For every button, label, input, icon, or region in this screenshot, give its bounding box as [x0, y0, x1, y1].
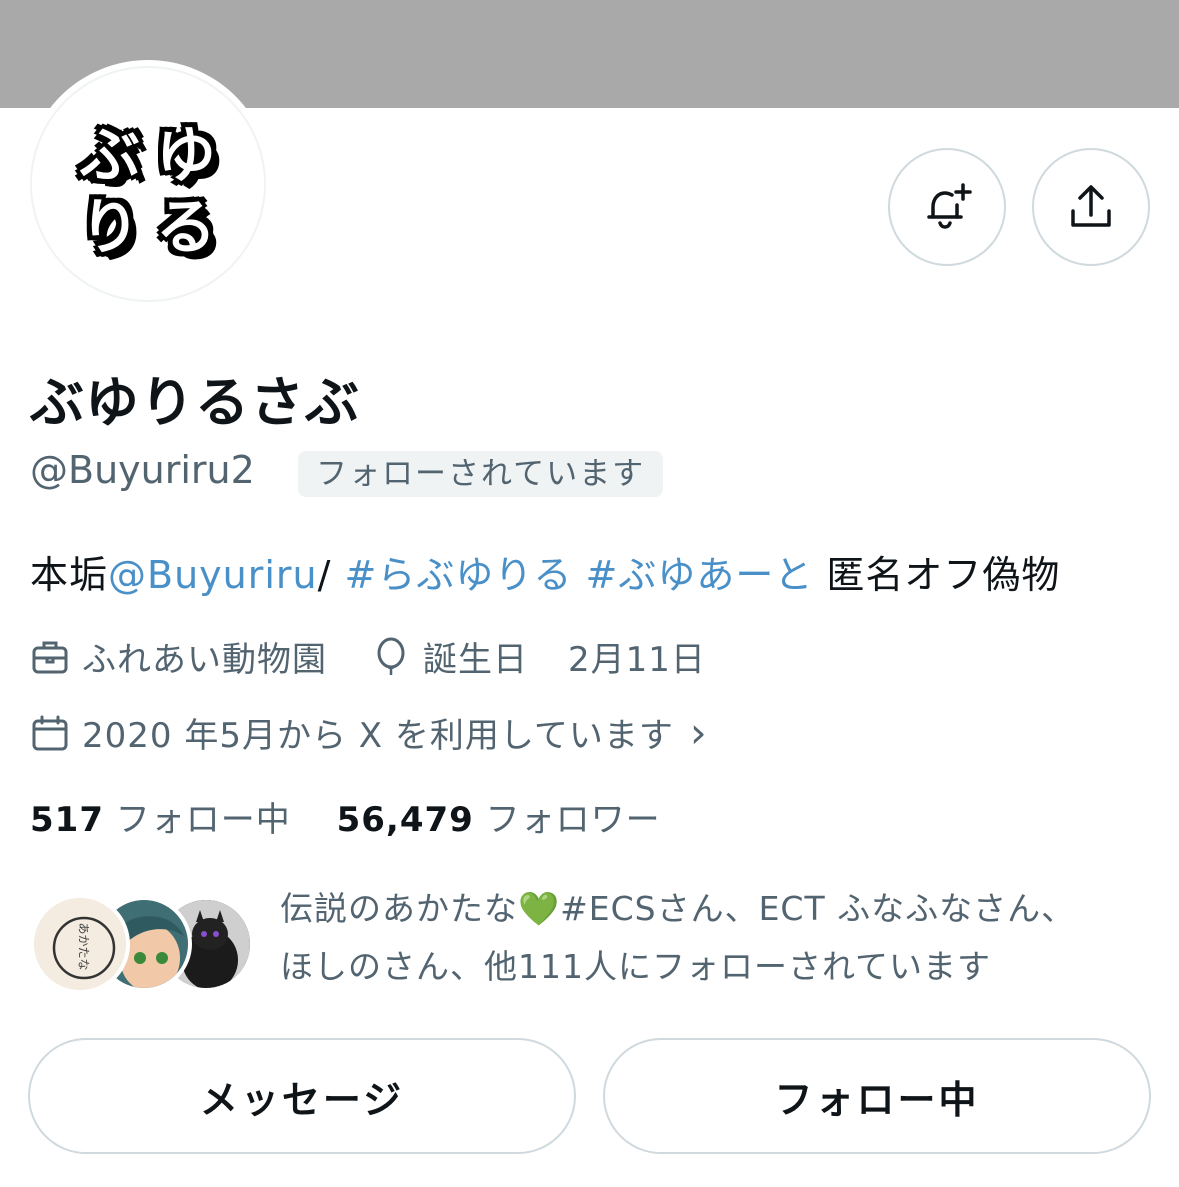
- avatar-glyph-bu: ぶ: [80, 121, 140, 191]
- following-button[interactable]: フォロー中: [603, 1038, 1151, 1154]
- profile-bio: 本垢@Buyuriru/ #らぶゆりる #ぶゆあーと 匿名オフ偽物: [30, 544, 1060, 599]
- mutual-followers-text[interactable]: 伝説のあかたな💚#ECSさん、ECT ふなふなさん、 ほしのさん、他111人にフ…: [280, 880, 1160, 996]
- birthday-label: 誕生日: [423, 640, 528, 680]
- avatar-image: ぶ ゆ り る: [30, 66, 266, 302]
- mutual-text-line-1: 伝説のあかたな💚#ECSさん、ECT ふなふなさん、: [280, 889, 1076, 928]
- birthday-value: 2月11日: [568, 640, 706, 680]
- share-button[interactable]: [1032, 148, 1150, 266]
- following-label: フォロー中: [115, 800, 291, 840]
- following-count: 517: [30, 800, 104, 840]
- followers-label: フォロワー: [485, 800, 661, 840]
- joined-label: 2020 年5月から X を利用しています: [82, 716, 674, 756]
- share-icon: [1071, 185, 1111, 227]
- bio-slash: /: [317, 553, 332, 597]
- notify-button[interactable]: [888, 148, 1006, 266]
- avatar-glyph-yu: ゆ: [156, 121, 216, 191]
- joined-date-row[interactable]: 2020 年5月から X を利用しています ›: [30, 708, 708, 757]
- followers-count: 56,479: [336, 800, 474, 840]
- bio-hashtag-2[interactable]: #ぶゆあーと: [585, 553, 813, 597]
- akatana-avatar-text: あかたな: [76, 922, 91, 971]
- follows-you-badge: フォローされています: [298, 451, 664, 497]
- bio-mention-link[interactable]: @Buyuriru: [108, 553, 318, 597]
- profile-avatar[interactable]: ぶ ゆ り る: [24, 60, 272, 308]
- calendar-icon: [32, 715, 68, 750]
- bio-hashtag-1[interactable]: #らぶゆりる: [345, 553, 573, 597]
- mutual-avatar-1: あかたな: [30, 894, 130, 994]
- avatar-glyph-ru: る: [156, 193, 216, 263]
- following-link[interactable]: 517 フォロー中: [30, 800, 291, 840]
- user-handle: @Buyuriru2: [30, 448, 255, 492]
- bell-plus-icon: [927, 183, 972, 229]
- chevron-right-icon: ›: [689, 708, 708, 757]
- message-button[interactable]: メッセージ: [28, 1038, 576, 1154]
- briefcase-icon: [32, 641, 68, 673]
- bio-suffix: 匿名オフ偽物: [826, 553, 1061, 597]
- work-label: ふれあい動物園: [82, 640, 327, 680]
- balloon-icon: [377, 637, 405, 675]
- mutual-text-line-2: ほしのさん、他111人にフォローされています: [280, 947, 991, 986]
- followers-link[interactable]: 56,479 フォロワー: [337, 800, 661, 840]
- display-name: ぶゆりるさぶ: [30, 371, 360, 434]
- follow-stats: 517 フォロー中 56,479 フォロワー: [30, 792, 661, 841]
- avatar-glyph-ri: り: [80, 193, 140, 263]
- bio-prefix: 本垢: [30, 553, 109, 597]
- meta-row-work-birthday: ふれあい動物園 誕生日 2月11日: [30, 632, 706, 681]
